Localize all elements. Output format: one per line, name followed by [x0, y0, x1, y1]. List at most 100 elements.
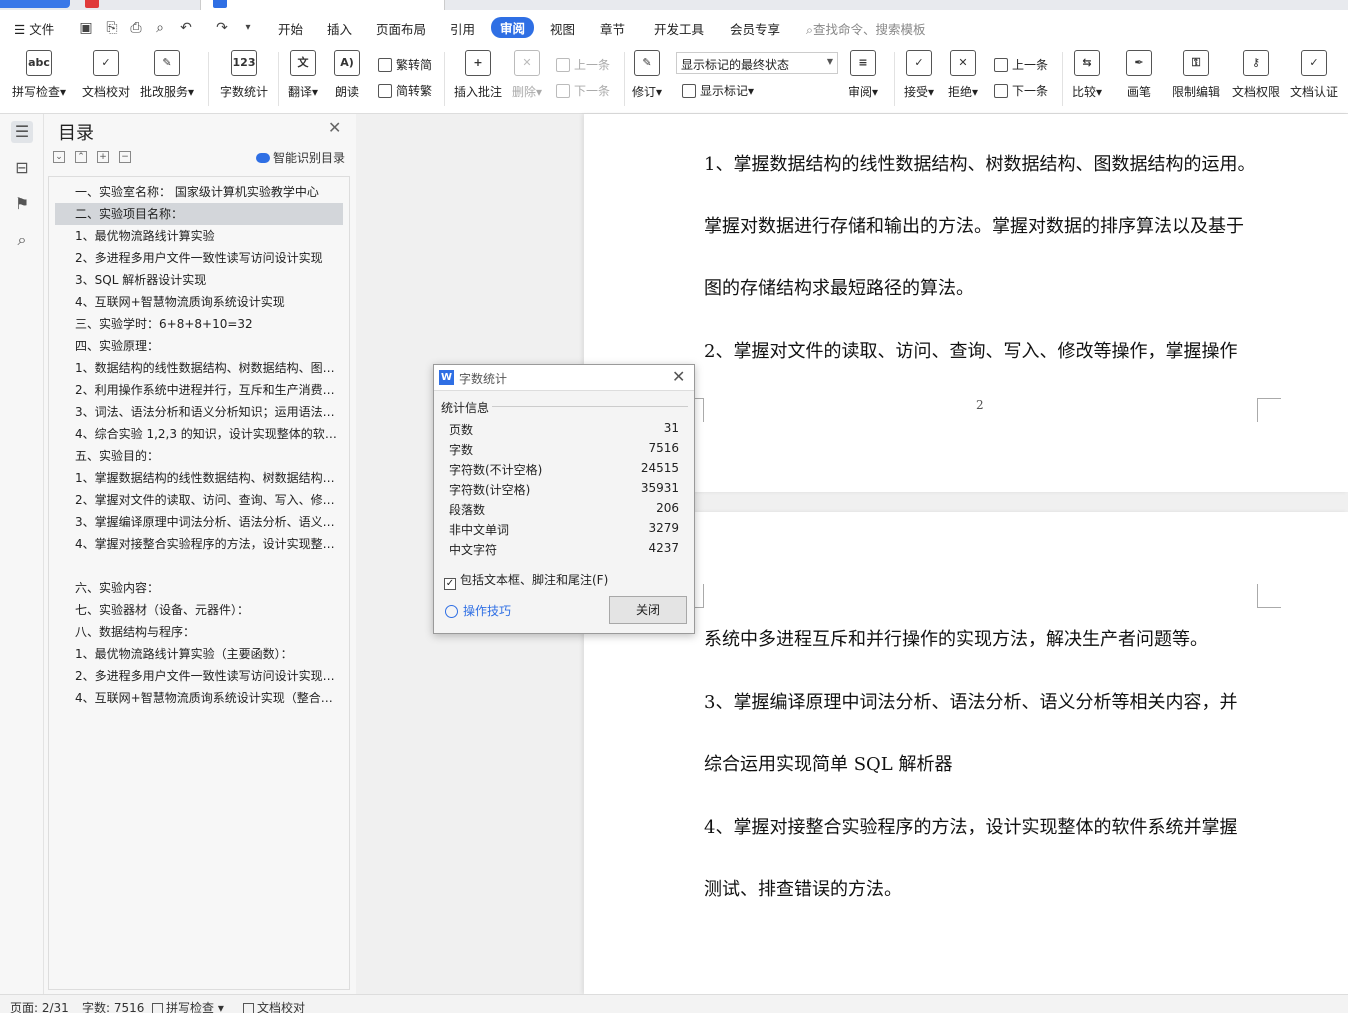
pdf-logo-icon — [85, 0, 99, 8]
print-preview-icon[interactable]: ⌕ — [152, 20, 168, 36]
hamburger-icon: ☰ — [14, 22, 26, 37]
toc-item[interactable]: 2、利用操作系统中进程并行，互斥和生产消费者问题 — [55, 379, 343, 401]
customize-chevron-icon[interactable]: ▾ — [240, 20, 256, 36]
doc-proof-button[interactable]: ✓ 文档校对 — [82, 50, 130, 100]
chapter-nav-icon[interactable]: ⊟ — [11, 157, 33, 179]
close-button[interactable]: 关闭 — [609, 596, 687, 624]
toc-item[interactable]: 4、掌握对接整合实验程序的方法，设计实现整体的软件系统 — [55, 533, 343, 555]
remove-heading-icon[interactable]: − — [119, 151, 131, 163]
doc-proof-toggle[interactable]: 文档校对 — [243, 999, 305, 1013]
toc-item[interactable]: 二、实验项目名称： — [55, 203, 343, 225]
prev-comment-button[interactable]: 上一条 — [556, 56, 610, 73]
undo-icon[interactable]: ↶ — [178, 20, 194, 36]
toc-item[interactable]: 六、实验内容： — [55, 577, 343, 599]
simp-to-trad-button[interactable]: 简转繁 — [378, 82, 432, 99]
show-markup-icon — [682, 84, 696, 98]
home-tab[interactable] — [0, 0, 70, 8]
compare-button[interactable]: ⇆ 比较▾ — [1072, 50, 1102, 100]
page-indicator[interactable]: 页面: 2/31 — [10, 999, 69, 1013]
toc-item[interactable]: 四、实验原理： — [55, 335, 343, 357]
save-icon[interactable]: ▣ — [78, 20, 94, 36]
stat-value: 206 — [656, 501, 679, 515]
tab-page-layout[interactable]: 页面布局 — [376, 19, 426, 38]
insert-comment-button[interactable]: + 插入批注 — [454, 50, 502, 100]
doc-auth-button[interactable]: ✓ 文档认证 — [1290, 50, 1338, 100]
doc-permission-button[interactable]: ⚷ 文档权限 — [1232, 50, 1280, 100]
close-icon[interactable]: ✕ — [328, 118, 341, 137]
read-aloud-button[interactable]: A) 朗读 — [334, 50, 360, 100]
dialog-titlebar[interactable]: W 字数统计 ✕ — [434, 365, 694, 391]
toc-item[interactable] — [55, 555, 343, 577]
toc-item[interactable]: 2、多进程多用户文件一致性读写访问设计实现 — [55, 247, 343, 269]
toc-panel-icon[interactable]: ☰ — [11, 121, 33, 143]
show-markup-button[interactable]: 显示标记▾ — [682, 82, 754, 99]
search-icon[interactable]: ⌕ — [11, 229, 33, 251]
restrict-edit-button[interactable]: ⚿ 限制编辑 — [1172, 50, 1220, 100]
collapse-all-icon[interactable]: ⌃ — [75, 151, 87, 163]
toc-item[interactable]: 八、数据结构与程序： — [55, 621, 343, 643]
toc-item[interactable]: 1、掌握数据结构的线性数据结构、树数据结构、图数据结构 — [55, 467, 343, 489]
tab-review[interactable]: 审阅 — [491, 17, 535, 38]
add-heading-icon[interactable]: + — [97, 151, 109, 163]
spell-check-button[interactable]: abc 拼写检查▾ — [12, 50, 66, 100]
pen-button[interactable]: ✒ 画笔 — [1126, 50, 1152, 100]
stat-label: 字数 — [449, 443, 474, 457]
toc-item[interactable]: 4、互联网+智慧物流质询系统设计实现（整合程序） — [55, 687, 343, 709]
toc-item[interactable]: 三、实验学时：6+8+8+10=32 — [55, 313, 343, 335]
tab-references[interactable]: 引用 — [450, 19, 475, 38]
margin-mark — [1257, 584, 1281, 608]
prev-change-button[interactable]: 上一条 — [994, 56, 1048, 73]
toc-item[interactable]: 4、综合实验 1,2,3 的知识，设计实现整体的软件系统 — [55, 423, 343, 445]
toc-item[interactable]: 4、互联网+智慧物流质询系统设计实现 — [55, 291, 343, 313]
next-comment-button[interactable]: 下一条 — [556, 82, 610, 99]
doc-permission-icon: ⚷ — [1243, 50, 1269, 76]
doc-proof-icon — [243, 1003, 254, 1013]
tab-member[interactable]: 会员专享 — [730, 19, 780, 38]
print-icon[interactable]: ⎙ — [128, 20, 144, 36]
toc-item[interactable]: 2、掌握对文件的读取、访问、查询、写入、修改等操作 — [55, 489, 343, 511]
toc-item[interactable]: 3、词法、语法分析和语义分析知识；运用语法分析 — [55, 401, 343, 423]
tips-link[interactable]: 操作技巧 — [445, 602, 511, 619]
toc-item[interactable]: 1、最优物流路线计算实验 — [55, 225, 343, 247]
toc-item[interactable]: 七、实验器材（设备、元器件）： — [55, 599, 343, 621]
ribbon-divider — [894, 52, 895, 106]
next-change-button[interactable]: 下一条 — [994, 82, 1048, 99]
word-count-button[interactable]: 123 字数统计 — [220, 50, 268, 100]
review-pane-button[interactable]: ≡ 审阅▾ — [848, 50, 878, 100]
tab-view[interactable]: 视图 — [550, 19, 575, 38]
tab-developer[interactable]: 开发工具 — [654, 19, 704, 38]
include-textbox-checkbox[interactable]: ✓ 包括文本框、脚注和尾注(F) — [444, 571, 608, 590]
toc-item[interactable]: 一、实验室名称： 国家级计算机实验教学中心 — [55, 181, 343, 203]
toc-item[interactable]: 3、SQL 解析器设计实现 — [55, 269, 343, 291]
document-tab-active[interactable] — [200, 0, 445, 10]
accept-button[interactable]: ✓ 接受▾ — [904, 50, 934, 100]
toc-item[interactable]: 1、最优物流路线计算实验（主要函数）： — [55, 643, 343, 665]
delete-comment-button[interactable]: ✕ 删除▾ — [512, 50, 542, 100]
review-service-button[interactable]: ✎ 批改服务▾ — [140, 50, 194, 100]
toc-item[interactable]: 2、多进程多用户文件一致性读写访问设计实现（主要函数） — [55, 665, 343, 687]
revise-button[interactable]: ✎ 修订▾ — [632, 50, 662, 100]
tab-chapter[interactable]: 章节 — [600, 19, 625, 38]
tab-home[interactable]: 开始 — [278, 19, 303, 38]
smart-toc-button[interactable]: 智能识别目录 — [256, 149, 345, 166]
tab-insert[interactable]: 插入 — [327, 19, 352, 38]
redo-icon[interactable]: ↷ — [214, 20, 230, 36]
toc-panel: 目录 ✕ ⌄ ⌃ + − 智能识别目录 一、实验室名称： 国家级计算机实验教学中心 二、… — [44, 114, 356, 994]
document-tab-2[interactable] — [85, 0, 185, 8]
close-icon[interactable]: ✕ — [672, 367, 685, 386]
spell-check-toggle[interactable]: 拼写检查 ▾ — [152, 999, 224, 1013]
trad-to-simp-button[interactable]: 繁转简 — [378, 56, 432, 73]
markup-state-select[interactable]: 显示标记的最终状态 ▼ — [676, 52, 838, 74]
file-menu[interactable]: ☰ 文件 — [14, 19, 54, 38]
translate-button[interactable]: 文翻译▾ — [288, 50, 318, 100]
toc-item[interactable]: 五、实验目的： — [55, 445, 343, 467]
command-search[interactable]: ⌕查找命令、搜索模板 — [806, 19, 926, 38]
toc-item[interactable]: 3、掌握编译原理中词法分析、语法分析、语义分析 — [55, 511, 343, 533]
reject-button[interactable]: ✕ 拒绝▾ — [948, 50, 978, 100]
word-count-indicator[interactable]: 字数: 7516 — [82, 999, 144, 1013]
export-pdf-icon[interactable]: ⎘ — [104, 20, 120, 36]
stat-label: 中文字符 — [449, 543, 498, 557]
bookmark-icon[interactable]: ⚑ — [11, 193, 33, 215]
expand-all-icon[interactable]: ⌄ — [53, 151, 65, 163]
toc-item[interactable]: 1、数据结构的线性数据结构、树数据结构、图数据结构的运用 — [55, 357, 343, 379]
